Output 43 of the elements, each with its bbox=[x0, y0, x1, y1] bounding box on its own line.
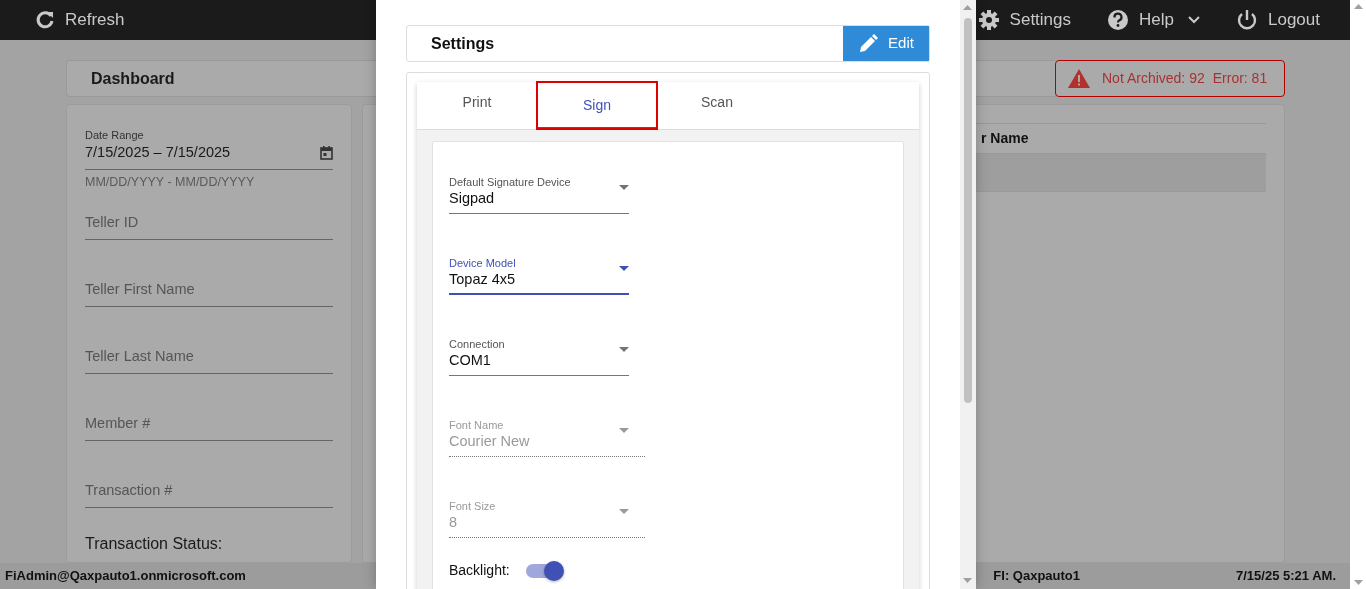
dropdown-caret-icon bbox=[619, 428, 629, 433]
settings-icon bbox=[977, 9, 1000, 31]
dropdown-caret-icon bbox=[619, 266, 629, 271]
refresh-icon bbox=[35, 10, 55, 30]
alert-text: Error: 81 bbox=[1212, 69, 1268, 88]
section-label: Transaction Status: bbox=[85, 533, 224, 554]
pencil-icon bbox=[858, 33, 879, 54]
select-field: Font Size 8 bbox=[449, 499, 645, 538]
select-field[interactable]: Default Signature Device Sigpad bbox=[449, 175, 629, 214]
warning-icon bbox=[1068, 69, 1090, 88]
dropdown-caret-icon bbox=[619, 185, 629, 190]
scroll-down-arrow-icon[interactable] bbox=[963, 578, 972, 583]
scroll-down-arrow-icon[interactable] bbox=[1353, 580, 1363, 585]
chevron-icon bbox=[1188, 16, 1200, 24]
toggle-label: Backlight: bbox=[449, 561, 510, 580]
help-icon bbox=[1107, 9, 1130, 31]
help-menu[interactable]: Help bbox=[1107, 7, 1200, 33]
calendar-icon[interactable] bbox=[320, 145, 333, 160]
settings-button[interactable]: Settings bbox=[977, 7, 1072, 33]
power-icon bbox=[1236, 9, 1258, 31]
institution-label: FI: Qaxpauto1 bbox=[993, 567, 1081, 586]
toggle-switch[interactable] bbox=[525, 563, 562, 578]
dropdown-caret-icon bbox=[619, 509, 629, 514]
edit-button[interactable]: Edit bbox=[843, 26, 929, 61]
scroll-thumb[interactable] bbox=[964, 18, 972, 403]
date-range-field[interactable]: 7/15/2025 – 7/15/2025 bbox=[85, 142, 333, 170]
timestamp: 7/15/25 5:21 AM. bbox=[1236, 567, 1336, 586]
select-field[interactable]: Connection COM1 bbox=[449, 337, 629, 376]
user-email: FiAdmin@Qaxpauto1.onmicrosoft.com bbox=[5, 567, 246, 586]
scroll-up-arrow-icon[interactable] bbox=[1353, 4, 1363, 9]
hint-text: MM/DD/YYYY - MM/DD/YYYY bbox=[85, 173, 256, 191]
logout-button[interactable]: Logout bbox=[1236, 7, 1320, 33]
dialog-title: Settings bbox=[430, 33, 495, 54]
dropdown-caret-icon bbox=[619, 347, 629, 352]
refresh-button[interactable]: Refresh bbox=[35, 7, 125, 33]
scroll-up-arrow-icon[interactable] bbox=[963, 5, 972, 10]
field-label: Date Range bbox=[85, 129, 145, 142]
select-field[interactable]: Device Model Topaz 4x5 bbox=[449, 256, 629, 295]
scrollbar[interactable] bbox=[1350, 0, 1366, 589]
column-header: r Name bbox=[981, 129, 1029, 148]
select-field: Font Name Courier New bbox=[449, 418, 645, 457]
alert-text: Not Archived: 92 bbox=[1102, 69, 1205, 88]
scrollbar[interactable] bbox=[960, 0, 976, 589]
